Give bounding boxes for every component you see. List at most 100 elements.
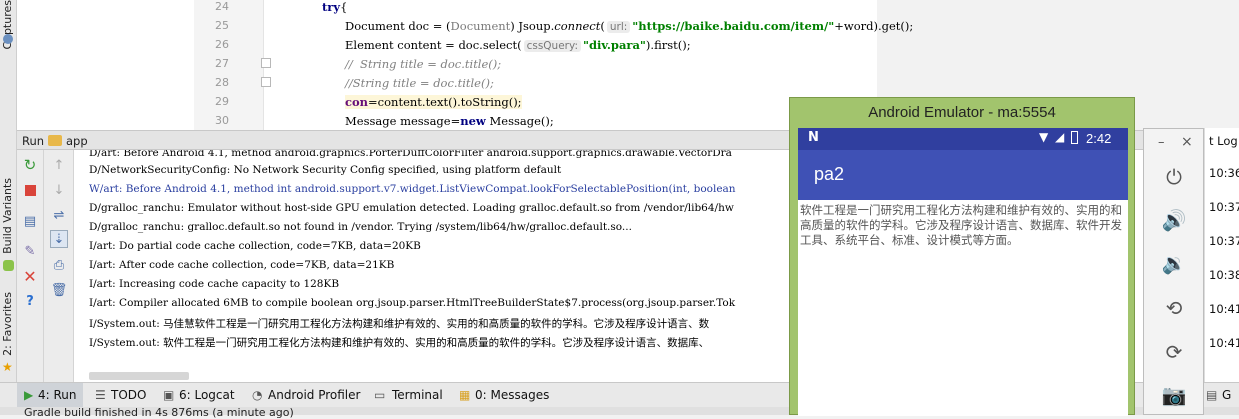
line-number: 25 — [215, 19, 229, 32]
tab-event-log[interactable]: G — [1222, 388, 1231, 402]
captures-icon — [3, 34, 13, 44]
terminal-icon: ▭ — [374, 388, 386, 402]
event-log-header: t Log — [1209, 134, 1238, 148]
help-icon[interactable]: ? — [21, 292, 39, 310]
line-number: 24 — [215, 0, 229, 13]
line-number: 28 — [215, 76, 229, 89]
star-icon: ★ — [2, 360, 13, 374]
code-text: Document doc = ( — [345, 19, 451, 33]
event-log-icon: ▤ — [1206, 388, 1218, 402]
play-icon: ▶ — [24, 388, 34, 402]
close-icon[interactable]: ✕ — [21, 267, 39, 286]
event-time: 10:41 — [1209, 302, 1239, 316]
volume-down-icon[interactable]: 🔉 — [1158, 247, 1190, 279]
rerun-icon[interactable]: ↻ — [21, 156, 39, 174]
battery-icon — [1071, 131, 1078, 144]
android-status-bar: N ▼ ◢ 2:42 — [798, 128, 1128, 150]
layout-icon[interactable]: ▤ — [21, 212, 39, 230]
messages-icon: ▦ — [459, 388, 471, 402]
param-hint: cssQuery: — [523, 40, 581, 52]
event-log-panel: t Log 10:36 10:37 10:37 10:38 10:41 10:4… — [1204, 128, 1239, 382]
code-line-25: Document doc = (Document) Jsoup.connect(… — [345, 19, 913, 33]
minimize-button[interactable]: – — [1158, 135, 1165, 150]
code-text: Message message= — [345, 114, 461, 128]
code-string: "div.para" — [582, 38, 646, 52]
close-button[interactable]: × — [1181, 134, 1193, 150]
build-variants-tab[interactable]: Build Variants — [1, 178, 14, 254]
rotate-left-icon[interactable]: ⟲ — [1158, 292, 1190, 324]
param-hint: url: — [606, 21, 631, 33]
tab-todo[interactable]: TODO — [111, 388, 146, 402]
code-line-27: // String title = doc.title(); — [345, 57, 502, 71]
console-line: I/art: After code cache collection, code… — [89, 259, 395, 271]
fold-marker-icon[interactable] — [261, 58, 271, 68]
line-number: 30 — [215, 114, 229, 127]
rotate-right-icon[interactable]: ⟳ — [1158, 336, 1190, 368]
notification-icon: N — [808, 130, 819, 145]
run-toolbar-secondary: ↑ ↓ ⇌ ⇣ ⎙ 🗑 — [44, 150, 74, 382]
phone-screen[interactable]: N ▼ ◢ 2:42 pa2 软件工程是一门研究用工程化方法构建和维护有效的、实… — [798, 128, 1128, 416]
code-text: ).first(); — [645, 38, 691, 52]
soft-wrap-icon[interactable]: ⇌ — [50, 206, 68, 224]
line-number: 27 — [215, 57, 229, 70]
camera-icon[interactable]: 📷 — [1158, 379, 1190, 411]
code-line-26: Element content = doc.select(cssQuery: "d… — [345, 38, 691, 52]
code-text: =content.text().toString(); — [368, 95, 522, 109]
code-line-30: Message message=new Message(); — [345, 114, 554, 128]
favorites-tab[interactable]: 2: Favorites — [1, 292, 14, 356]
console-line: D/gralloc_ranchu: gralloc.default.so not… — [89, 221, 632, 233]
up-arrow-icon[interactable]: ↑ — [50, 156, 68, 174]
console-line: I/System.out: 软件工程是一门研究用工程化方法构建和维护有效的、实用… — [89, 337, 710, 349]
tab-messages[interactable]: 0: Messages — [475, 388, 549, 402]
keyword: new — [460, 114, 486, 128]
line-number: 26 — [215, 38, 229, 51]
clock: 2:42 — [1086, 131, 1112, 146]
console-line: I/art: Compiler allocated 6MB to compile… — [89, 297, 736, 309]
code-line-29: con=content.text().toString(); — [345, 95, 522, 109]
status-text: Gradle build finished in 4s 876ms (a min… — [24, 406, 294, 419]
folder-icon — [48, 135, 62, 146]
left-tool-strip: Captures Build Variants 2: Favorites ★ — [0, 0, 17, 415]
event-time: 10:36 — [1209, 166, 1239, 180]
console-line: I/art: Do partial code cache collection,… — [89, 240, 421, 252]
android-icon — [3, 260, 14, 271]
tab-run[interactable]: 4: Run — [38, 388, 77, 402]
app-toolbar: pa2 — [798, 150, 1128, 200]
tab-terminal[interactable]: Terminal — [392, 388, 443, 402]
console-line: I/System.out: 马佳慧软件工程是一门研究用工程化方法构建和维护有效的… — [89, 318, 710, 330]
signal-icon: ◢ — [1055, 130, 1065, 144]
console-line: D/gralloc_ranchu: Emulator without host-… — [89, 202, 734, 214]
keyword: try — [322, 0, 341, 14]
run-label: Run — [22, 134, 45, 148]
code-text: Document — [450, 19, 511, 33]
scroll-to-end-icon[interactable]: ⇣ — [50, 230, 68, 248]
fold-marker-icon[interactable] — [261, 77, 271, 87]
stop-icon[interactable] — [21, 181, 39, 199]
logcat-icon: ▣ — [163, 388, 175, 402]
console-line: I/art: Increasing code cache capacity to… — [89, 278, 340, 290]
code-text: Message(); — [485, 114, 554, 128]
run-config-name[interactable]: app — [66, 134, 88, 148]
code-text: connect — [554, 19, 601, 33]
code-text: Element content = doc.select( — [345, 38, 522, 52]
code-line-24: try{ — [322, 0, 347, 14]
horizontal-scrollbar[interactable] — [89, 372, 189, 380]
down-arrow-icon[interactable]: ↓ — [50, 181, 68, 199]
volume-up-icon[interactable]: 🔊 — [1158, 204, 1190, 236]
power-icon[interactable]: ⏻ — [1158, 161, 1190, 193]
app-title: pa2 — [814, 164, 845, 184]
tab-android-profiler[interactable]: Android Profiler — [268, 388, 360, 402]
event-time: 10:37 — [1209, 200, 1239, 214]
event-time: 10:37 — [1209, 234, 1239, 248]
trash-icon[interactable]: 🗑 — [50, 281, 68, 299]
print-icon[interactable]: ⎙ — [50, 256, 68, 274]
event-time: 10:38 — [1209, 268, 1239, 282]
content-text: 软件工程是一门研究用工程化方法构建和维护有效的、实用的和高质量的软件的学科。它涉… — [800, 203, 1122, 247]
emulator-title: Android Emulator - ma:5554 — [868, 104, 1056, 121]
tab-logcat[interactable]: 6: Logcat — [179, 388, 235, 402]
profiler-icon: ◔ — [252, 388, 263, 402]
pin-icon[interactable]: ✎ — [21, 242, 39, 260]
code-line-28: //String title = doc.title(); — [345, 76, 494, 90]
code-text: ( — [600, 19, 605, 33]
android-emulator-window[interactable]: Android Emulator - ma:5554 N ▼ ◢ 2:42 pa… — [789, 97, 1135, 416]
